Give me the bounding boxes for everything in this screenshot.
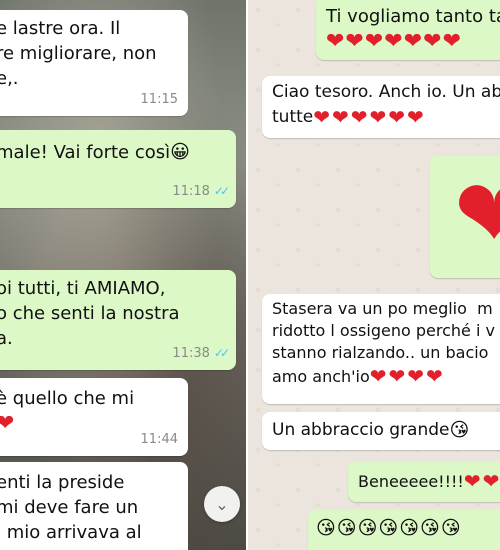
message-text: è quello che mi [0, 388, 135, 409]
message-text: Ciao tesoro. Anch io. Un abb [272, 82, 500, 102]
message-text: Stasera va un po meglio m [272, 299, 493, 318]
message-time: 11:38 [172, 346, 210, 361]
chevron-down-icon: ⌄ [215, 494, 229, 514]
message-text: amo anch'io [272, 367, 370, 386]
message-meta: 11:44 [141, 427, 178, 452]
face-blowing-kiss-emoji: 😘 [449, 419, 470, 441]
message-text: stanno rialzando.. un bacio [272, 343, 489, 362]
message-text: Ti vogliamo tanto tan [326, 6, 500, 27]
heart-emoji-row: ❤❤❤❤❤❤❤ [326, 29, 463, 54]
message-bubble-received[interactable]: Ciao tesoro. Anch io. Un abb tutte ❤❤❤❤❤… [262, 76, 500, 138]
message-bubble-sent[interactable]: Beneeeee!!!! ❤❤ [348, 462, 500, 502]
read-receipt-icon: ✓✓ [213, 346, 230, 360]
heart-emoji-row: ❤❤ [463, 469, 500, 493]
face-blowing-kiss-emoji-row: 😘😘😘😘😘😘😘 [316, 517, 462, 539]
message-meta: 11:18 ✓✓ [172, 179, 230, 204]
left-chat-panel: e lastre ora. Il re migliorare, non e,. … [0, 0, 246, 550]
message-meta: 11:15 [141, 87, 178, 112]
heart-emoji-row: ❤❤❤❤ [369, 364, 445, 388]
message-text: re migliorare, non [0, 43, 157, 64]
message-text: e,. [0, 68, 19, 89]
message-meta: 11:38 ✓✓ [172, 341, 230, 366]
message-text: o che senti la nostra [0, 303, 180, 324]
read-receipt-icon: ✓✓ [213, 184, 230, 198]
message-bubble-sent[interactable]: oi tutti, ti AMIAMO, o che senti la nost… [0, 270, 236, 370]
big-heart-emoji: ❤ [454, 158, 500, 270]
message-bubble-sent[interactable]: 😘😘😘😘😘😘😘 [308, 510, 500, 550]
message-bubble-received[interactable]: Un abbraccio grande 😘 1 [262, 412, 500, 450]
heart-emoji-row: ❤❤❤❤❤❤ [313, 105, 426, 129]
message-bubble-received[interactable]: Stasera va un po meglio m ridotto l ossi… [262, 294, 500, 404]
message-bubble-received[interactable]: enti la preside mi deve fare un l mio ar… [0, 462, 188, 550]
message-text: l mio arrivava al [0, 522, 142, 543]
message-bubble-received[interactable]: e lastre ora. Il re migliorare, non e,. … [0, 10, 188, 116]
message-text: ridotto l ossigeno perché i v [272, 321, 495, 340]
grinning-face-emoji: 😀 [170, 141, 190, 163]
scroll-down-button[interactable]: ⌄ [204, 486, 240, 522]
message-text: Un abbraccio grande [272, 420, 450, 440]
message-bubble-sent[interactable]: ❤ [430, 156, 500, 278]
right-chat-panel: Ti vogliamo tanto tan ❤❤❤❤❤❤❤ Ciao tesor… [248, 0, 500, 550]
message-text: Beneeeee!!!! [358, 472, 464, 491]
message-bubble-received[interactable]: è quello che mi ❤ 11:44 [0, 378, 188, 456]
message-time: 11:15 [140, 92, 178, 107]
message-bubble-sent[interactable]: Ti vogliamo tanto tan ❤❤❤❤❤❤❤ [316, 0, 500, 60]
message-text: a. [0, 328, 13, 349]
message-bubble-sent[interactable]: male! Vai forte così 😀 11:18 ✓✓ [0, 130, 236, 208]
message-text: male! Vai forte così [0, 142, 171, 163]
message-text: tutte [272, 107, 314, 127]
heart-emoji: ❤ [0, 411, 15, 436]
message-text: mi deve fare un [0, 497, 139, 518]
message-text: e lastre ora. Il [0, 18, 121, 39]
message-time: 11:18 [172, 184, 210, 199]
message-time: 11:44 [140, 432, 178, 447]
message-text: enti la preside [0, 472, 125, 493]
message-text: oi tutti, ti AMIAMO, [0, 278, 166, 299]
